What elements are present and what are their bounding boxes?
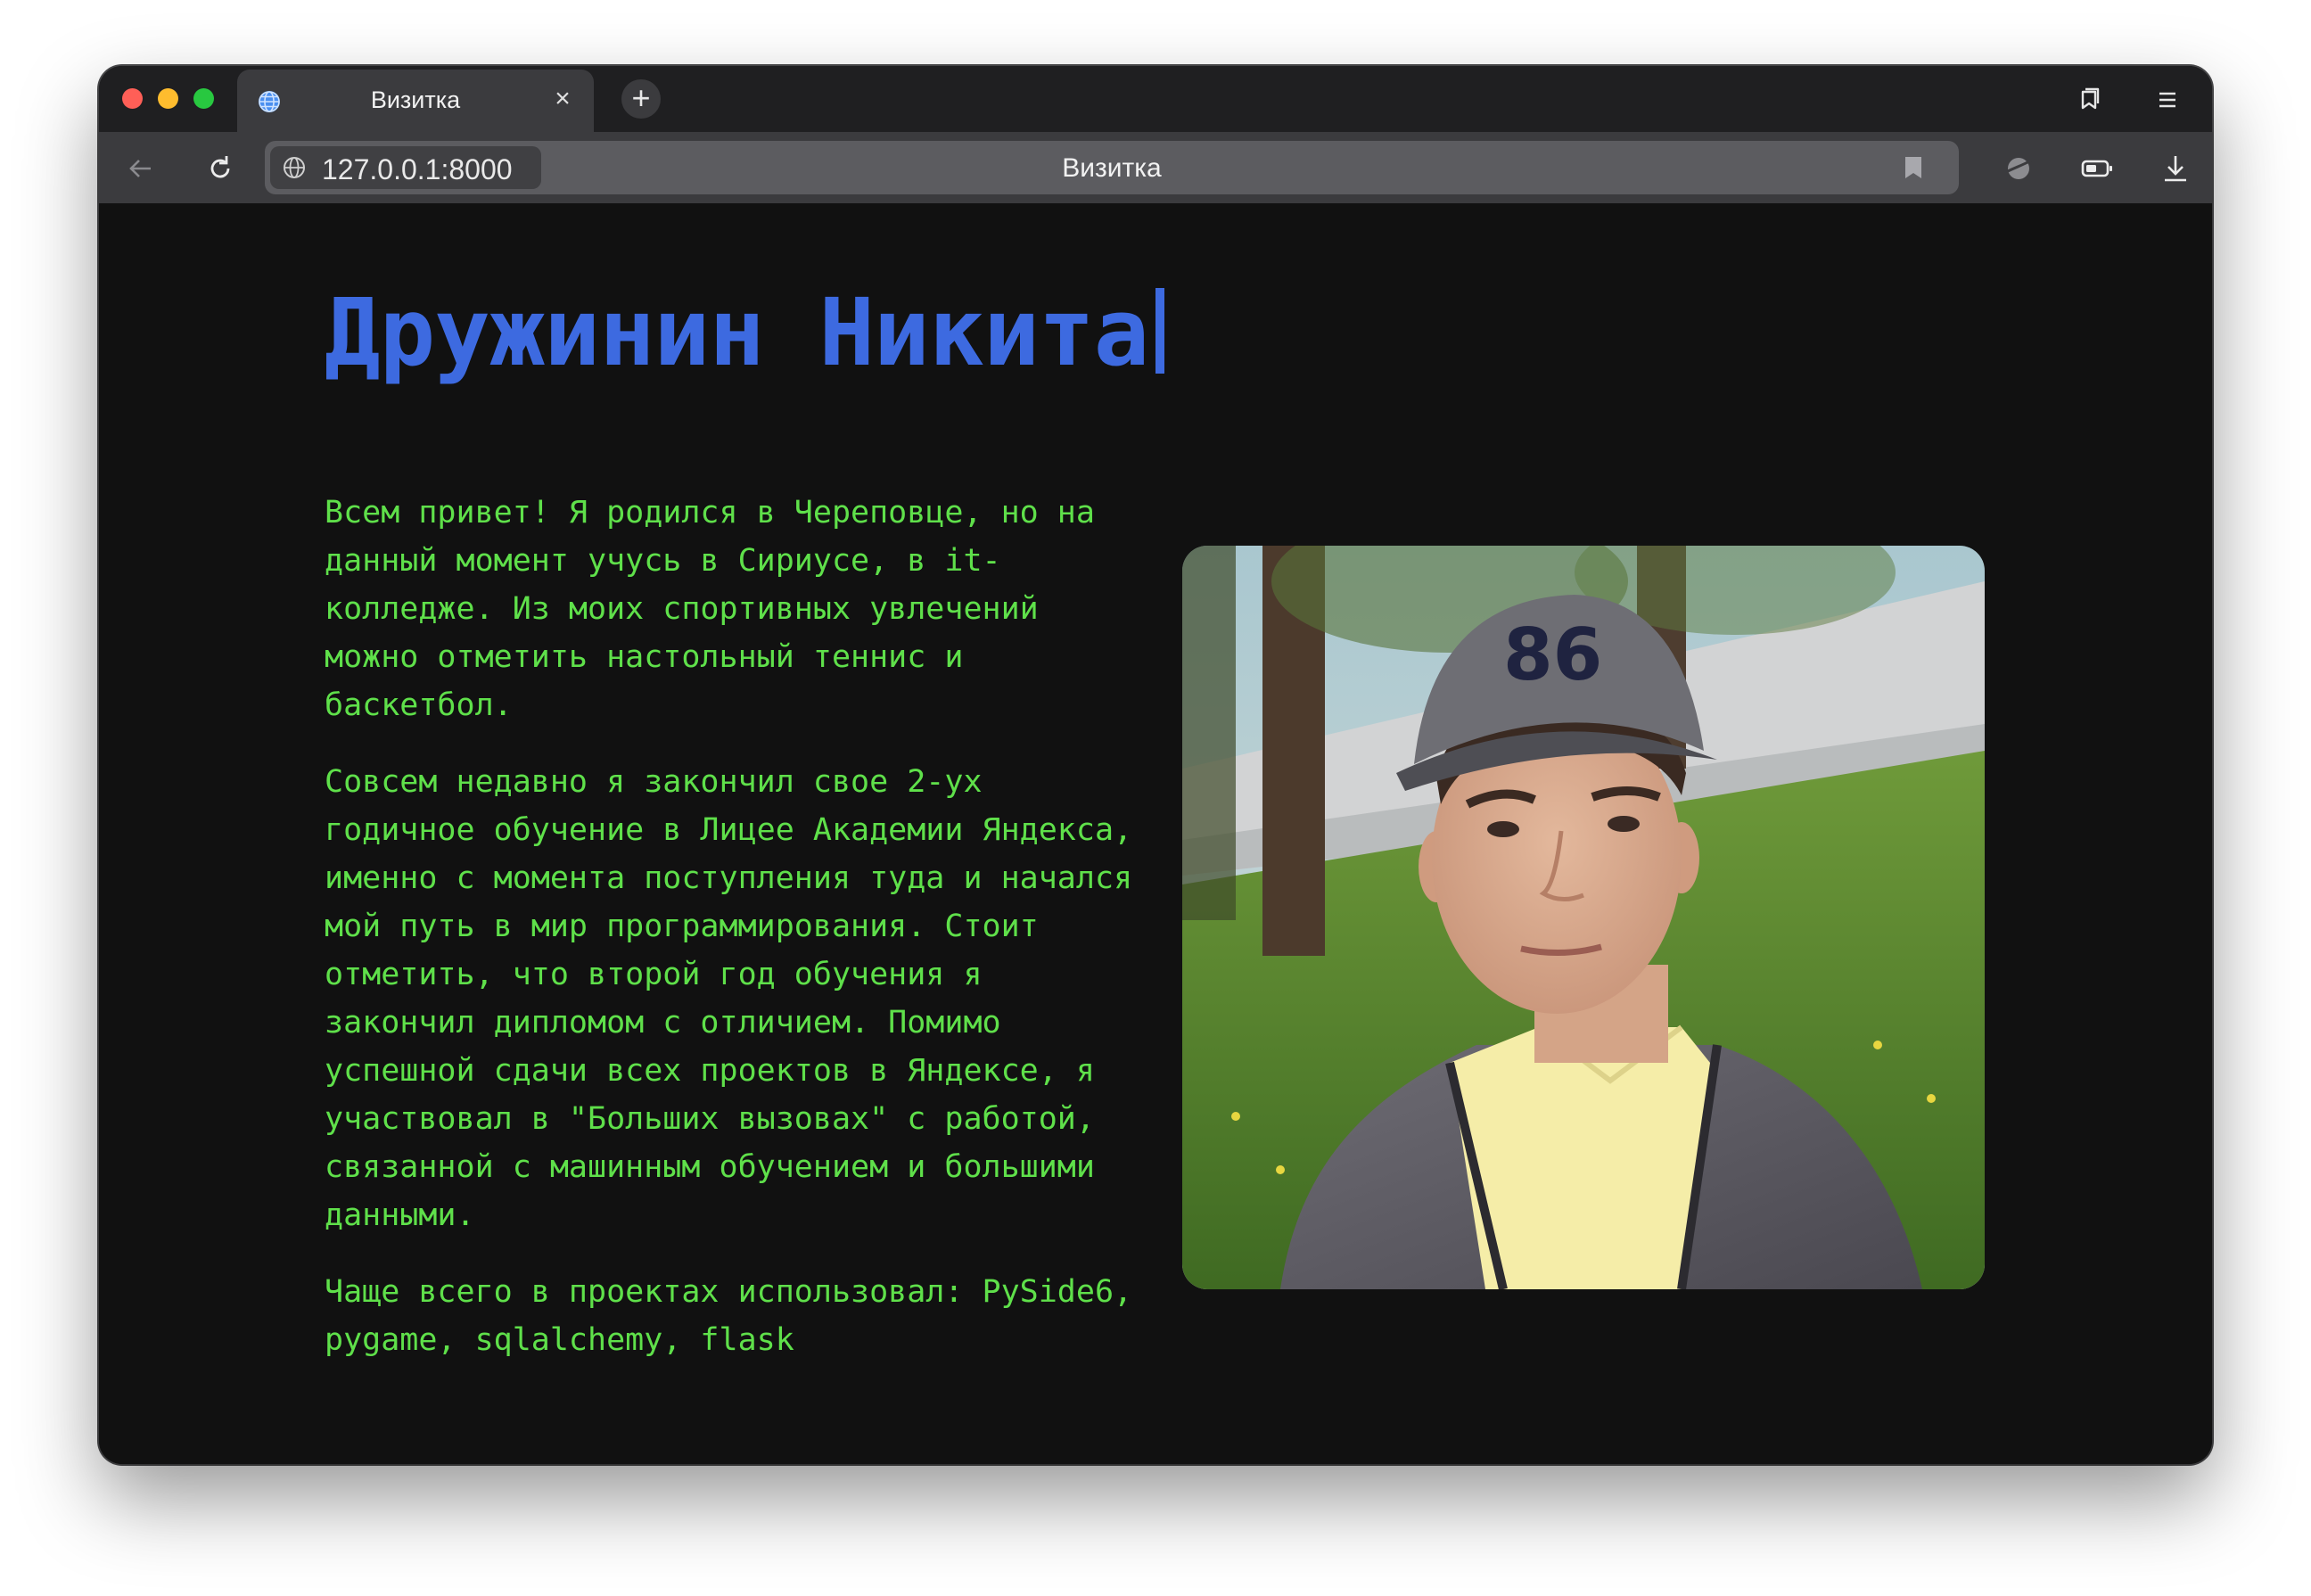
tabs-icon[interactable] — [2073, 84, 2105, 116]
address-bar[interactable]: 127.0.0.1:8000 Визитка — [265, 141, 1959, 194]
maximize-window-button[interactable] — [193, 88, 214, 109]
person-name: Дружинин Никита — [325, 278, 1149, 387]
download-icon[interactable] — [2159, 152, 2192, 185]
minimize-window-button[interactable] — [158, 88, 178, 109]
tab-vizitka[interactable]: Визитка × — [237, 70, 594, 132]
browser-window: Визитка × + 127.0.0.1:8000 Визитка Дружи… — [99, 66, 2212, 1464]
bio-paragraph-3: Чаще всего в проектах использовал: PySid… — [325, 1274, 1133, 1358]
bookmark-icon[interactable] — [1904, 155, 1923, 180]
typing-caret — [1156, 288, 1165, 374]
new-tab-button[interactable]: + — [621, 79, 661, 119]
reload-icon[interactable] — [203, 152, 237, 185]
tab-title: Визитка — [370, 86, 461, 113]
page-heading: Дружинин Никита — [325, 278, 1165, 387]
bio-paragraph-2: Совсем недавно я закончил свое 2-ух годи… — [325, 764, 1133, 1233]
tab-strip: Визитка × + — [99, 66, 2212, 132]
back-arrow-icon[interactable] — [124, 152, 158, 185]
svg-text:86: 86 — [1503, 613, 1602, 696]
menu-icon[interactable] — [2151, 84, 2184, 116]
close-window-button[interactable] — [122, 88, 143, 109]
bio-text: Всем привет! Я родился в Череповце, но н… — [325, 489, 1145, 1393]
toolbar: 127.0.0.1:8000 Визитка — [99, 132, 2212, 203]
portrait-photo: 86 — [1182, 546, 1985, 1289]
tab-close-icon[interactable]: × — [547, 84, 578, 114]
address-page-title: Визитка — [1062, 153, 1162, 183]
page-content: Дружинин Никита Всем привет! Я родился в… — [99, 203, 2212, 1464]
vpn-icon[interactable] — [2002, 152, 2035, 185]
bio-paragraph-1: Всем привет! Я родился в Череповце, но н… — [325, 495, 1095, 723]
battery-icon[interactable] — [2080, 152, 2114, 185]
